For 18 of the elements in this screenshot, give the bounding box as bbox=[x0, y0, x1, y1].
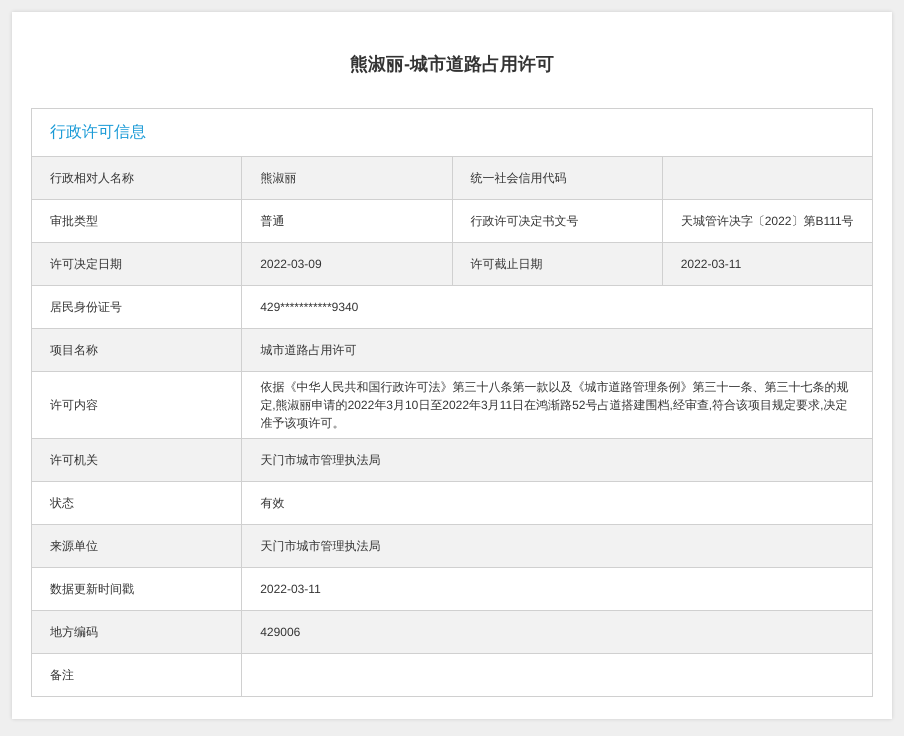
field-label: 统一社会信用代码 bbox=[452, 156, 662, 200]
field-label: 项目名称 bbox=[32, 328, 242, 372]
field-label: 来源单位 bbox=[32, 524, 242, 568]
field-value: 2022-03-09 bbox=[242, 242, 452, 286]
field-label: 备注 bbox=[32, 654, 242, 696]
field-value: 天门市城市管理执法局 bbox=[242, 438, 872, 482]
field-value: 熊淑丽 bbox=[242, 156, 452, 200]
field-label: 行政相对人名称 bbox=[32, 156, 242, 200]
field-value: 2022-03-11 bbox=[662, 242, 872, 286]
field-value: 天门市城市管理执法局 bbox=[242, 524, 872, 568]
field-label: 许可决定日期 bbox=[32, 242, 242, 286]
field-label: 地方编码 bbox=[32, 610, 242, 654]
field-label: 许可截止日期 bbox=[452, 242, 662, 286]
field-value: 城市道路占用许可 bbox=[242, 328, 872, 372]
page-title: 熊淑丽-城市道路占用许可 bbox=[349, 53, 555, 76]
field-label: 许可机关 bbox=[32, 438, 242, 482]
field-value: 429006 bbox=[242, 610, 872, 654]
section-heading: 行政许可信息 bbox=[32, 108, 872, 156]
